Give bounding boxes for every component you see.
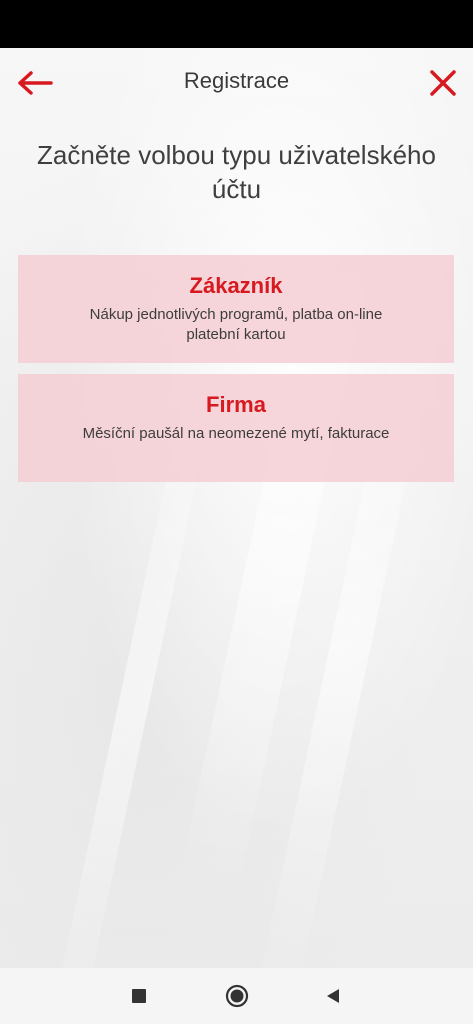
option-company-card[interactable]: Firma Měsíční paušál na neomezené mytí, … (18, 374, 454, 482)
option-title: Firma (206, 392, 266, 417)
nav-back-button[interactable] (305, 968, 361, 1024)
option-description: Měsíční paušál na neomezené mytí, faktur… (82, 425, 390, 442)
triangle-back-icon (327, 989, 339, 1003)
recents-button[interactable] (111, 968, 167, 1024)
app-header: Registrace (0, 48, 473, 118)
page-title: Registrace (183, 68, 290, 93)
option-description: Nákup jednotlivých programů, platba on-l… (89, 306, 383, 343)
close-icon (430, 70, 456, 96)
option-title: Zákazník (189, 273, 283, 298)
square-icon (132, 989, 146, 1003)
registration-screen: Registrace Začněte volbou typu uživatels… (0, 48, 473, 968)
option-customer-card[interactable]: Zákazník Nákup jednotlivých programů, pl… (18, 255, 454, 363)
circle-icon (225, 984, 249, 1008)
close-button[interactable] (426, 66, 460, 100)
intro-heading: Začněte volbou typu uživatelského účtu (37, 140, 436, 204)
home-button[interactable] (209, 968, 265, 1024)
status-bar (0, 0, 473, 48)
system-nav-bar (0, 968, 473, 1024)
